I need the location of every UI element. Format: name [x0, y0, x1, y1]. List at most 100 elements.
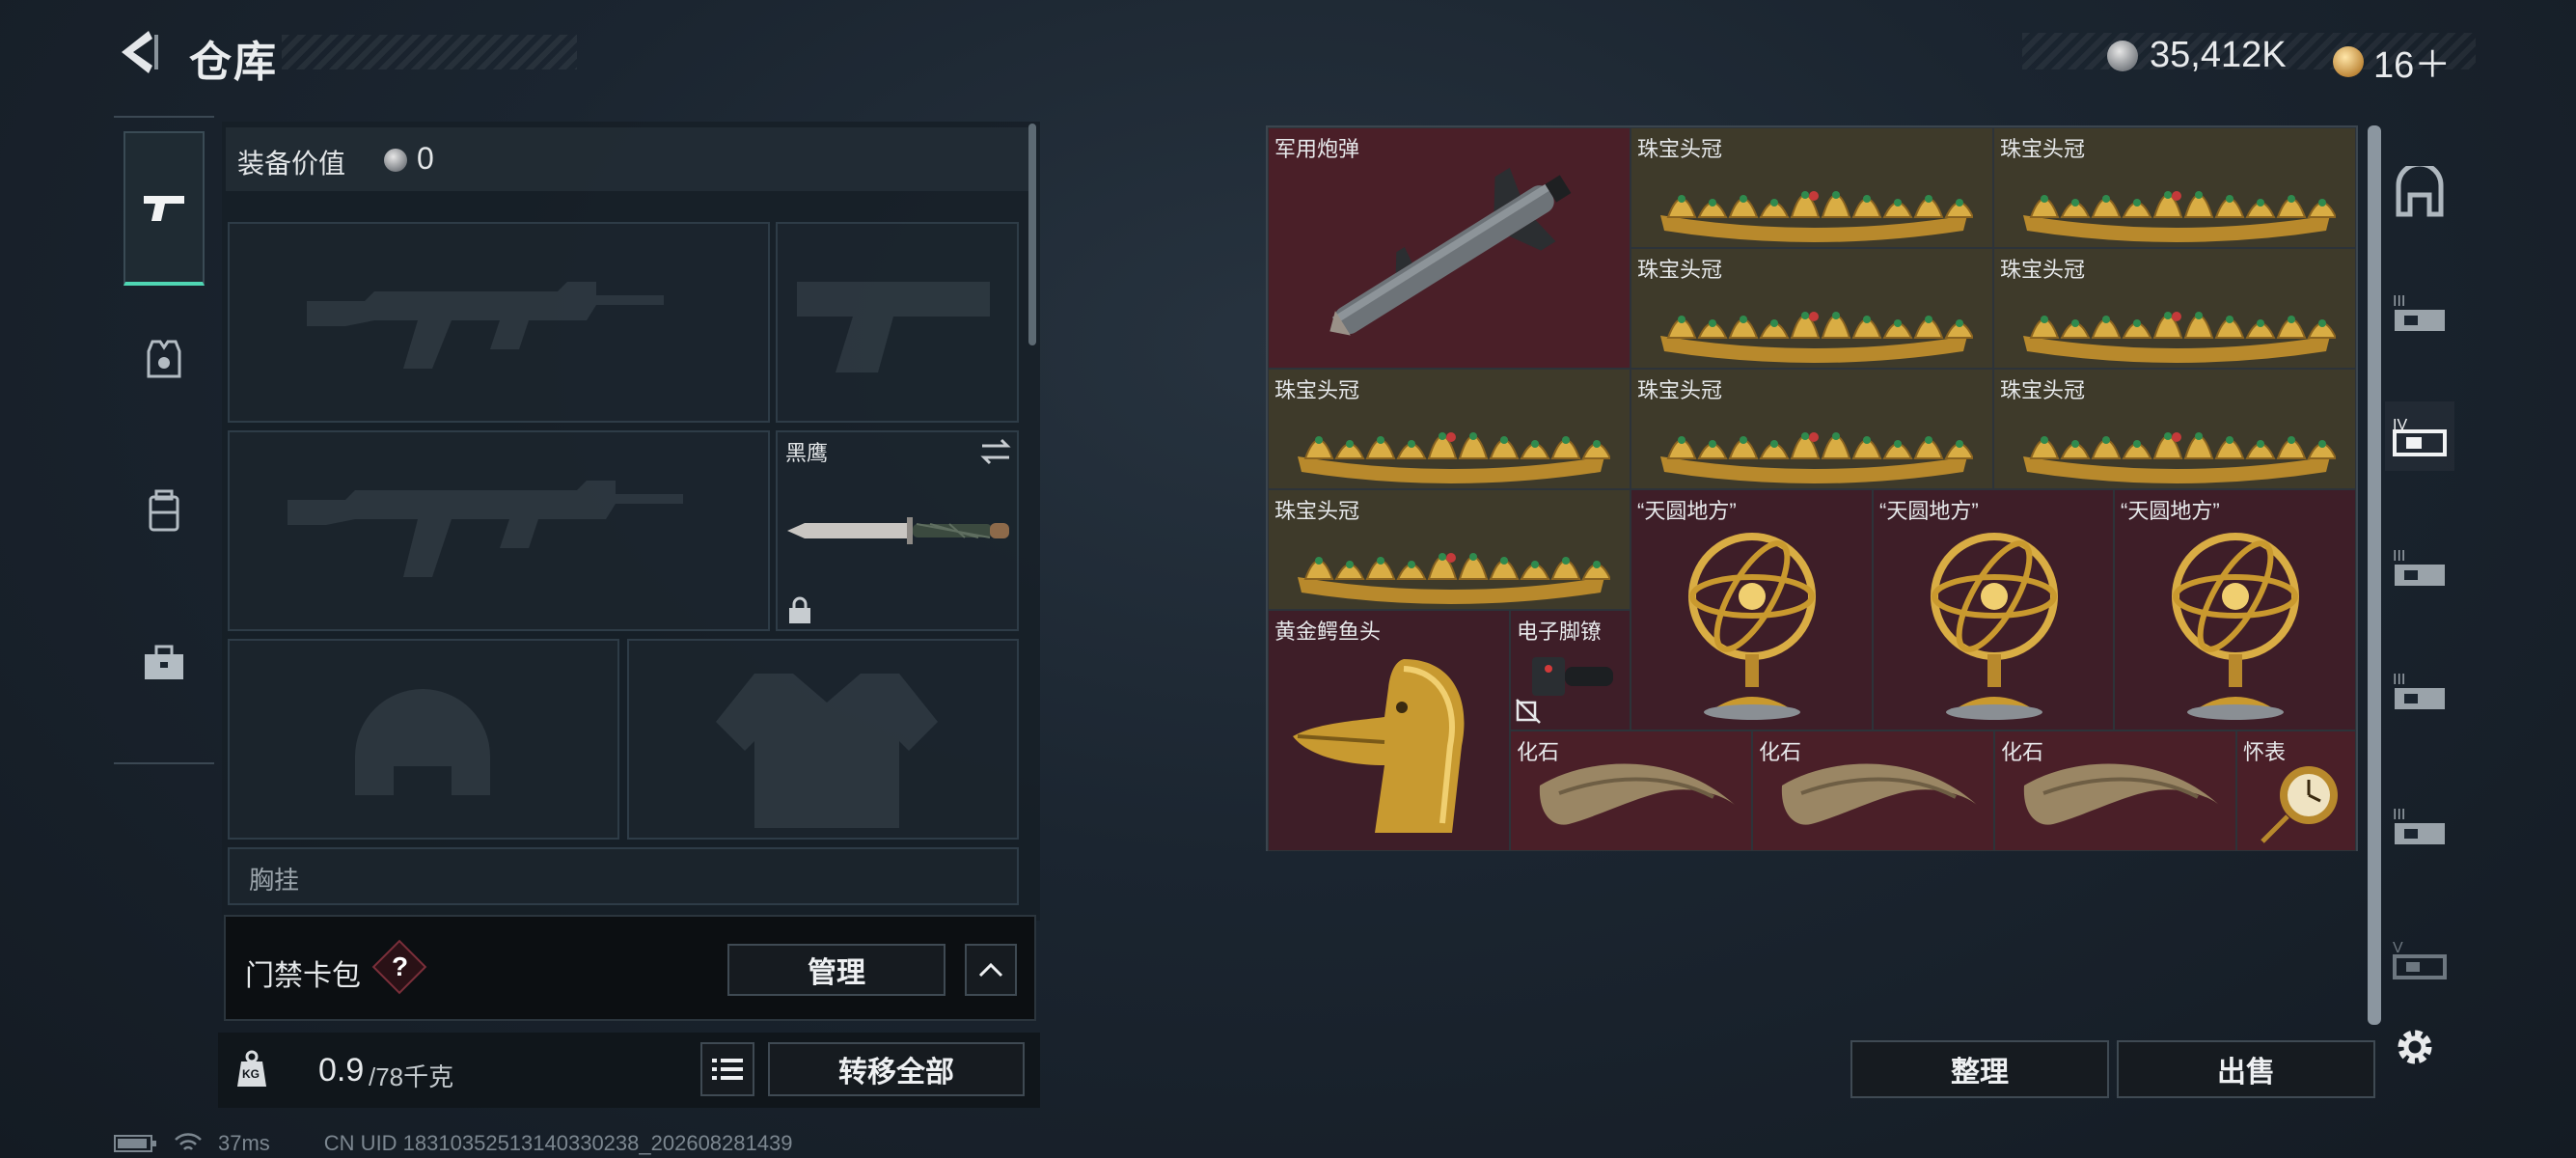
item-jewel-crown[interactable]: 珠宝头冠: [1268, 369, 1631, 489]
stash-box-icon: [2396, 166, 2444, 217]
title-decoration: [282, 35, 577, 69]
tab-equipment[interactable]: [123, 282, 205, 436]
gear-icon: [2398, 1030, 2432, 1064]
item-jewel-crown[interactable]: 珠宝头冠: [1268, 489, 1631, 610]
crown-icon: [1660, 312, 1973, 363]
item-armillary-sphere[interactable]: “天圆地方”: [2114, 489, 2356, 731]
item-jewel-crown[interactable]: 珠宝头冠: [1631, 248, 1993, 369]
sort-button[interactable]: 整理: [1850, 1040, 2109, 1098]
no-trade-icon: [1516, 699, 1541, 724]
coin-icon: [2107, 40, 2138, 71]
fossil-claw-icon: [1781, 763, 1977, 825]
secondary-weapon-slot[interactable]: [228, 430, 770, 631]
page-title: 仓库: [189, 39, 278, 86]
storage-iii-icon: III: [2393, 807, 2445, 844]
crown-icon: [1660, 191, 1973, 242]
transfer-all-button[interactable]: 转移全部: [768, 1042, 1025, 1096]
coin-icon: [384, 149, 407, 172]
sell-button[interactable]: 出售: [2117, 1040, 2375, 1098]
equipment-scrollbar[interactable]: [1028, 124, 1036, 345]
crown-icon: [1298, 553, 1610, 604]
chest-rig-label: 胸挂: [249, 866, 300, 895]
armor-vest-icon: [147, 340, 181, 378]
keycard-bar: 门禁卡包 ? 管理: [224, 915, 1036, 1021]
helmet-slot[interactable]: [228, 639, 619, 840]
armillary-sphere-icon: [1931, 533, 2058, 720]
rifle-silhouette-icon: [307, 282, 664, 369]
keycard-label: 门禁卡包: [245, 960, 361, 992]
item-jewel-crown[interactable]: 珠宝头冠: [1631, 127, 1993, 248]
lock-icon: [789, 596, 810, 623]
helmet-silhouette-icon: [355, 689, 490, 795]
tier-text: III: [2393, 293, 2405, 310]
crown-icon: [2023, 432, 2336, 483]
item-jewel-crown[interactable]: 珠宝头冠: [1993, 369, 2356, 489]
storage-iii-icon: III: [2393, 548, 2445, 586]
item-gold-croc-head[interactable]: 黄金鳄鱼头: [1268, 610, 1510, 851]
armor-slot[interactable]: [627, 639, 1019, 840]
item-label: 黄金鳄鱼头: [1274, 620, 1382, 644]
category-tier[interactable]: III: [2385, 278, 2454, 347]
equipment-panel: 装备价值 0 黑鹰 胸挂: [222, 122, 1040, 921]
tab-backpack[interactable]: [123, 434, 205, 589]
rifle-silhouette-icon: [288, 481, 683, 577]
status-bar: 37ms CN UID 18310352513140330238_2026082…: [114, 1131, 792, 1156]
item-jewel-crown[interactable]: 珠宝头冠: [1631, 369, 1993, 489]
equipment-value: 0: [417, 141, 434, 176]
weight-icon: KG: [235, 1050, 268, 1089]
tab-case[interactable]: [123, 587, 205, 741]
currency-premium[interactable]: 16＋: [2333, 35, 2451, 88]
manage-button[interactable]: 管理: [727, 944, 945, 996]
back-arrow-icon: [122, 31, 158, 73]
croc-head-icon: [1293, 659, 1465, 833]
swap-icon[interactable]: [978, 438, 1013, 465]
stash-grid: 军用炮弹 珠宝头冠 珠宝头冠 珠宝头冠 珠宝头冠 珠宝头冠 珠宝头冠 珠宝头冠 …: [1266, 125, 2358, 851]
armor-silhouette-icon: [716, 674, 938, 828]
pistol-slot[interactable]: [776, 222, 1019, 423]
crown-icon: [1660, 432, 1973, 483]
wifi-icon: [175, 1133, 202, 1150]
settings-button[interactable]: [2391, 1023, 2439, 1071]
armillary-sphere-icon: [1688, 533, 1816, 720]
item-jewel-crown[interactable]: 珠宝头冠: [1993, 127, 2356, 248]
primary-weapon-slot[interactable]: [228, 222, 770, 423]
item-fossil[interactable]: 化石: [1994, 731, 2236, 851]
category-tier[interactable]: III: [2385, 533, 2454, 602]
knife-icon: [787, 517, 1009, 544]
item-jewel-crown[interactable]: 珠宝头冠: [1993, 248, 2356, 369]
list-view-button[interactable]: [700, 1042, 754, 1096]
category-tier[interactable]: III: [2385, 791, 2454, 861]
tab-weapons[interactable]: [123, 131, 205, 286]
chest-rig-slot[interactable]: 胸挂: [228, 847, 1019, 905]
weight-bar: KG 0.9 /78千克 转移全部: [218, 1033, 1040, 1108]
list-icon: [712, 1059, 743, 1080]
item-electronic-anklet[interactable]: 电子脚镣: [1510, 610, 1631, 731]
currency-coins: 35,412K: [2107, 35, 2287, 76]
tier-text: III: [2393, 672, 2405, 688]
melee-slot[interactable]: 黑鹰: [776, 430, 1019, 631]
category-tier[interactable]: III: [2385, 656, 2454, 726]
collapse-button[interactable]: [965, 944, 1017, 996]
missile-icon: [1329, 167, 1572, 336]
item-pocket-watch[interactable]: 怀表: [2236, 731, 2356, 851]
pistol-silhouette-icon: [797, 282, 990, 372]
category-tier-selected[interactable]: IV: [2385, 401, 2454, 471]
item-fossil[interactable]: 化石: [1752, 731, 1994, 851]
stash-scrollbar[interactable]: [2368, 125, 2381, 1025]
category-all[interactable]: [2385, 158, 2454, 228]
backpack-icon: [149, 489, 179, 532]
storage-iii-icon: III: [2393, 293, 2445, 331]
weight-icon-text: KG: [242, 1067, 260, 1081]
item-military-shell[interactable]: 军用炮弹: [1268, 127, 1631, 369]
pocket-watch-icon: [2261, 766, 2338, 843]
melee-name: 黑鹰: [785, 441, 829, 465]
item-armillary-sphere[interactable]: “天圆地方”: [1631, 489, 1873, 731]
crown-icon: [2023, 312, 2336, 363]
category-tier[interactable]: V: [2385, 924, 2454, 994]
item-fossil[interactable]: 化石: [1510, 731, 1752, 851]
briefcase-icon: [145, 645, 183, 679]
back-button[interactable]: [114, 27, 160, 77]
equipment-value-label: 装备价值: [237, 149, 346, 179]
item-armillary-sphere[interactable]: “天圆地方”: [1873, 489, 2114, 731]
chevron-up-icon: [978, 962, 1003, 978]
